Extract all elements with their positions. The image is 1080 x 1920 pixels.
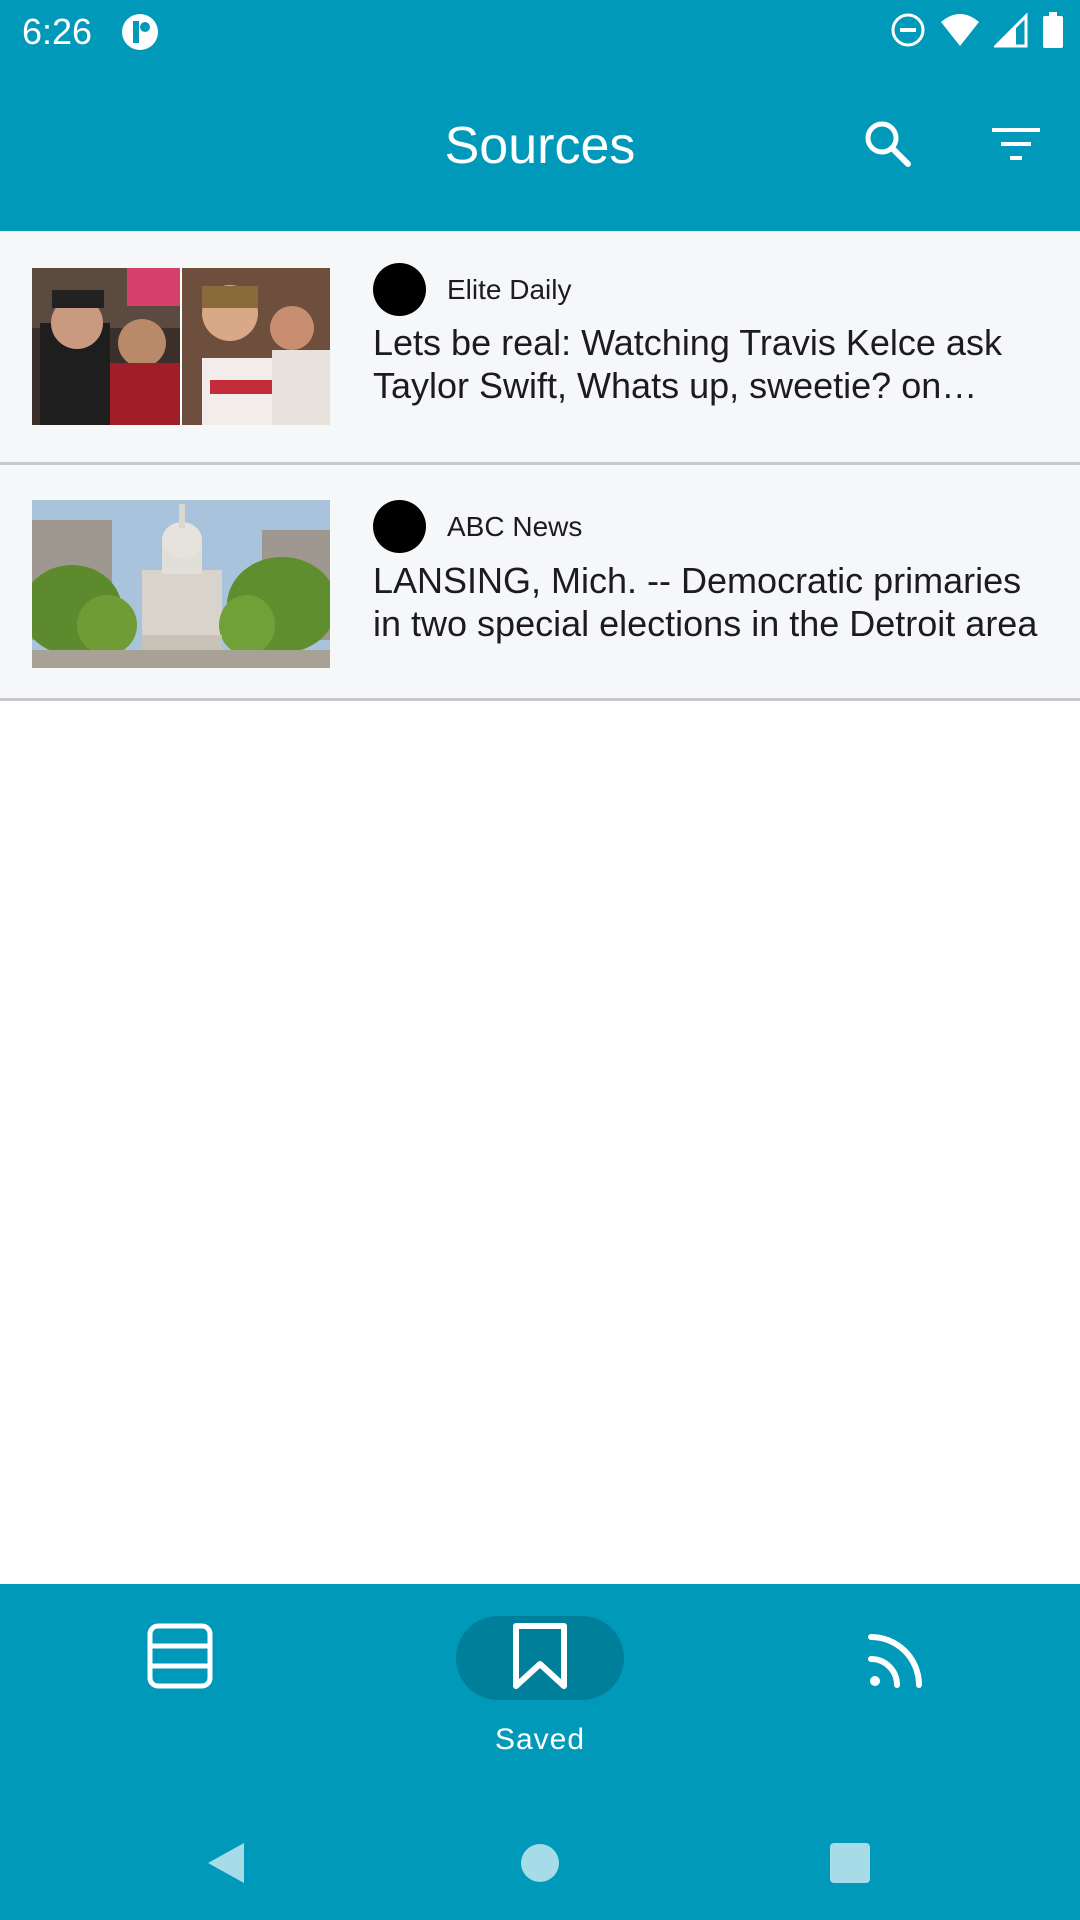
- article-thumbnail: [32, 500, 330, 668]
- list-item[interactable]: ABC News LANSING, Mich. -- Democratic pr…: [0, 465, 1080, 701]
- article-headline: Lets be real: Watching Travis Kelce ask …: [373, 322, 1002, 406]
- source-avatar: [373, 263, 426, 316]
- system-navigation-bar: [0, 1810, 1080, 1920]
- do-not-disturb-icon: [890, 12, 926, 53]
- photo-collage: [32, 268, 330, 425]
- capitol-building-photo: [32, 500, 330, 668]
- article-list: Elite Daily Lets be real: Watching Travi…: [0, 231, 1080, 701]
- source-name: ABC News: [447, 510, 583, 542]
- filter-button[interactable]: [974, 104, 1058, 188]
- recents-square-icon: [829, 1842, 871, 1889]
- nav-pill-active: [456, 1616, 624, 1700]
- recents-button[interactable]: [820, 1835, 880, 1895]
- nav-pill: [96, 1616, 264, 1700]
- nav-item-sources[interactable]: [780, 1616, 1020, 1786]
- battery-icon: [1042, 11, 1064, 53]
- back-triangle-icon: [204, 1839, 248, 1892]
- source-name: Elite Daily: [447, 273, 572, 305]
- bottom-navigation: Saved: [0, 1584, 1080, 1810]
- home-button[interactable]: [510, 1835, 570, 1895]
- app-bar: Sources: [0, 64, 1080, 231]
- status-bar: 6:26: [0, 0, 1080, 64]
- article-source: Elite Daily: [373, 263, 571, 316]
- source-avatar: [373, 500, 426, 553]
- list-icon: [146, 1622, 214, 1695]
- article-source: ABC News: [373, 500, 582, 553]
- article-thumbnail: [32, 268, 330, 425]
- article-headline: LANSING, Mich. -- Democratic primaries i…: [373, 560, 1038, 644]
- status-time: 6:26: [22, 11, 93, 52]
- search-icon: [860, 116, 916, 177]
- search-button[interactable]: [846, 104, 930, 188]
- wifi-icon: [940, 12, 980, 53]
- nav-label-saved: Saved: [494, 1723, 586, 1756]
- nav-item-feed[interactable]: [60, 1616, 300, 1786]
- home-circle-icon: [520, 1843, 560, 1888]
- list-item[interactable]: Elite Daily Lets be real: Watching Travi…: [0, 231, 1080, 465]
- status-icons: [890, 11, 1064, 53]
- app-notification-icon: [120, 12, 160, 52]
- bookmark-icon: [512, 1622, 568, 1695]
- cell-signal-icon: [992, 11, 1028, 53]
- nav-pill: [816, 1616, 984, 1700]
- back-button[interactable]: [196, 1835, 256, 1895]
- filter-icon: [990, 124, 1042, 169]
- nav-item-saved[interactable]: Saved: [420, 1616, 660, 1786]
- rss-feed-icon: [867, 1623, 933, 1694]
